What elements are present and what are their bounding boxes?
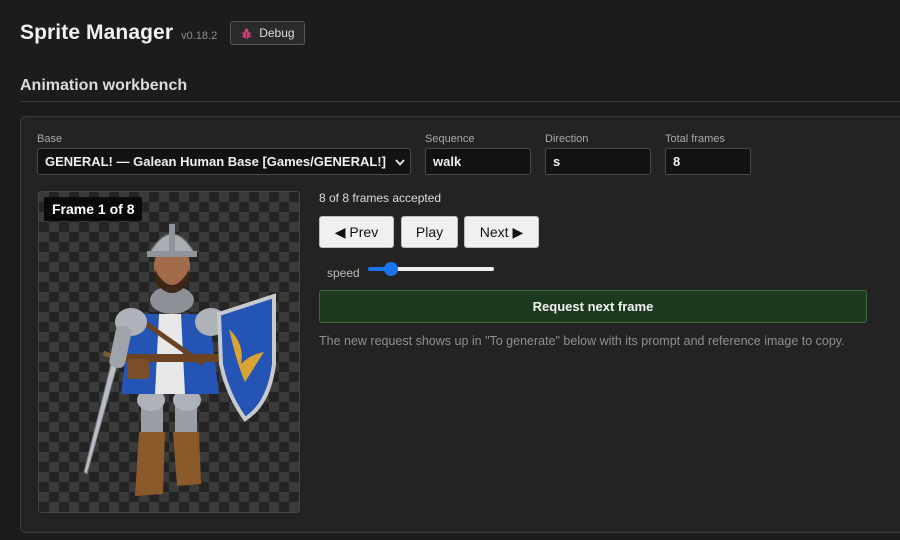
section-divider	[20, 101, 900, 102]
chevron-down-icon	[395, 158, 405, 166]
debug-button-label: Debug	[259, 26, 295, 40]
request-next-frame-button[interactable]: Request next frame	[319, 290, 867, 323]
workbench-panel: Base GENERAL! — Galean Human Base [Games…	[20, 116, 900, 533]
sequence-label: Sequence	[425, 133, 475, 145]
total-frames-label: Total frames	[665, 133, 725, 145]
knight-sprite-image	[83, 224, 276, 496]
app-header: Sprite Manager v0.18.2 Debug	[20, 18, 305, 48]
speed-slider[interactable]	[366, 262, 496, 276]
base-select[interactable]: GENERAL! — Galean Human Base [Games/GENE…	[37, 148, 411, 175]
speed-label: speed	[327, 266, 360, 280]
play-button[interactable]: Play	[401, 216, 458, 248]
request-help-text: The new request shows up in "To generate…	[319, 334, 845, 348]
section-title: Animation workbench	[20, 77, 188, 94]
base-label: Base	[37, 133, 63, 145]
sequence-input[interactable]: walk	[425, 148, 531, 175]
total-frames-input[interactable]: 8	[665, 148, 751, 175]
prev-button[interactable]: ◀ Prev	[319, 216, 394, 248]
next-button[interactable]: Next ▶	[464, 216, 539, 248]
direction-label: Direction	[545, 133, 589, 145]
app-version: v0.18.2	[181, 29, 218, 42]
speed-slider-thumb[interactable]	[383, 262, 398, 276]
frames-accepted-status: 8 of 8 frames accepted	[319, 191, 442, 205]
base-select-value: GENERAL! — Galean Human Base [Games/GENE…	[45, 154, 386, 169]
frame-badge: Frame 1 of 8	[44, 197, 143, 221]
speed-slider-track	[390, 267, 494, 271]
debug-button[interactable]: Debug	[230, 21, 305, 45]
direction-input[interactable]: s	[545, 148, 651, 175]
bug-icon	[241, 27, 252, 39]
sprite-preview: Frame 1 of 8	[38, 191, 300, 513]
app-title: Sprite Manager	[20, 21, 174, 44]
